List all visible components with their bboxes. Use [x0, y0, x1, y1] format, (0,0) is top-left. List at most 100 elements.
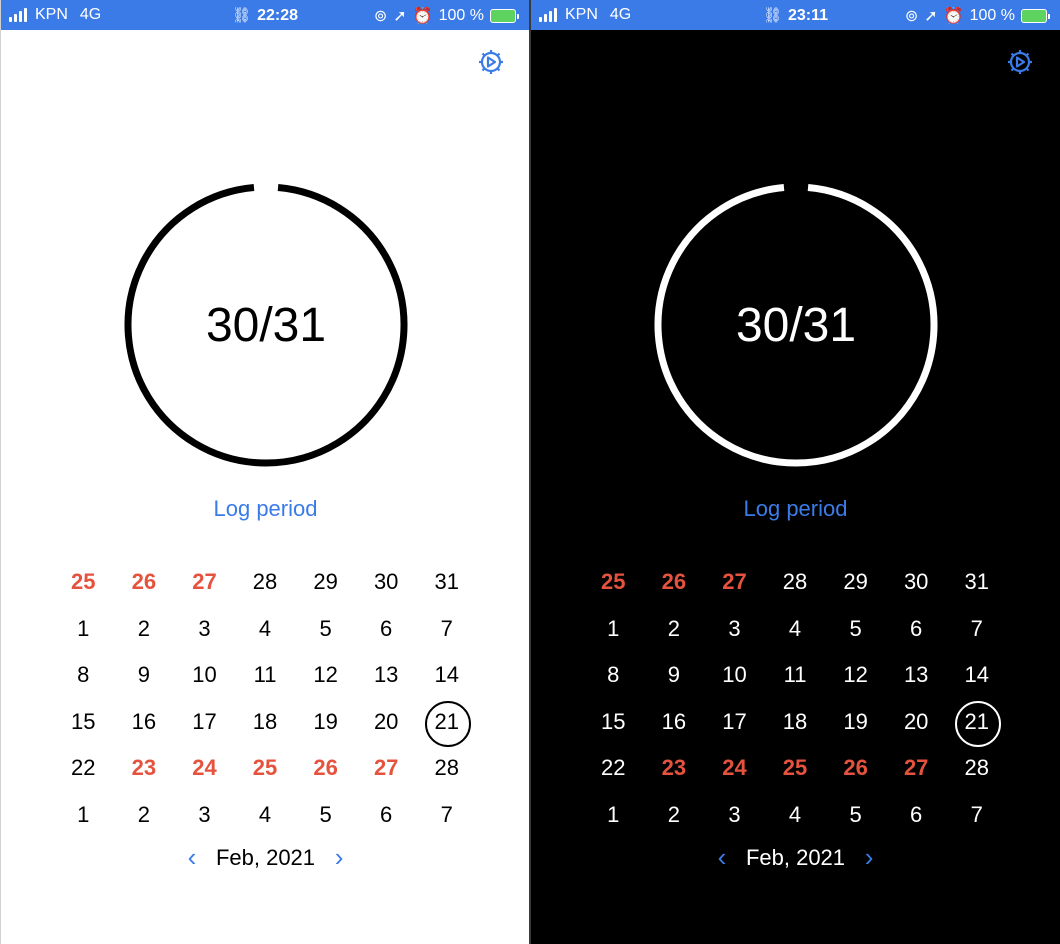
calendar-day-period[interactable]: 26: [114, 560, 175, 607]
calendar-day[interactable]: 30: [886, 560, 947, 607]
calendar-day[interactable]: 5: [825, 793, 886, 840]
calendar-day-period[interactable]: 23: [644, 746, 705, 793]
calendar-day[interactable]: 18: [235, 700, 296, 747]
calendar-day[interactable]: 2: [644, 607, 705, 654]
calendar-day[interactable]: 8: [53, 653, 114, 700]
calendar-day[interactable]: 8: [583, 653, 644, 700]
calendar-day-today[interactable]: 21: [416, 700, 477, 747]
calendar-day[interactable]: 20: [886, 700, 947, 747]
calendar-day[interactable]: 6: [886, 793, 947, 840]
calendar-day-period[interactable]: 25: [235, 746, 296, 793]
calendar-day[interactable]: 1: [53, 607, 114, 654]
calendar-week-row: 1234567: [53, 793, 477, 840]
calendar-day[interactable]: 5: [825, 607, 886, 654]
calendar-day[interactable]: 2: [644, 793, 705, 840]
status-time: 23:11: [788, 7, 829, 24]
calendar-day[interactable]: 6: [356, 607, 417, 654]
calendar-day[interactable]: 3: [704, 607, 765, 654]
calendar-day-period[interactable]: 27: [704, 560, 765, 607]
calendar-day-period[interactable]: 27: [174, 560, 235, 607]
calendar-day[interactable]: 17: [704, 700, 765, 747]
calendar-day[interactable]: 11: [765, 653, 826, 700]
calendar-day[interactable]: 7: [416, 793, 477, 840]
calendar-day[interactable]: 16: [114, 700, 175, 747]
calendar-day-period[interactable]: 23: [114, 746, 175, 793]
calendar-day[interactable]: 9: [644, 653, 705, 700]
calendar-day[interactable]: 28: [416, 746, 477, 793]
calendar-day[interactable]: 5: [295, 607, 356, 654]
calendar-day[interactable]: 4: [765, 607, 826, 654]
calendar-day[interactable]: 15: [583, 700, 644, 747]
calendar-week-row: 8 9 10 11 12 13 14: [583, 653, 1007, 700]
calendar-day[interactable]: 3: [704, 793, 765, 840]
calendar-day[interactable]: 19: [295, 700, 356, 747]
calendar-day[interactable]: 30: [356, 560, 417, 607]
calendar-day-period[interactable]: 27: [356, 746, 417, 793]
calendar-day-period[interactable]: 25: [53, 560, 114, 607]
calendar-day-period[interactable]: 25: [583, 560, 644, 607]
calendar-day[interactable]: 31: [416, 560, 477, 607]
calendar-day[interactable]: 10: [174, 653, 235, 700]
calendar-day[interactable]: 9: [114, 653, 175, 700]
month-navigation: ‹ Feb, 2021 ›: [531, 842, 1060, 873]
calendar-day[interactable]: 4: [235, 793, 296, 840]
calendar-day-period[interactable]: 25: [765, 746, 826, 793]
log-period-button[interactable]: Log period: [1, 496, 529, 522]
calendar-day[interactable]: 22: [53, 746, 114, 793]
calendar-day[interactable]: 7: [416, 607, 477, 654]
chevron-left-icon[interactable]: ‹: [712, 842, 732, 873]
calendar-day[interactable]: 14: [416, 653, 477, 700]
settings-gear-icon[interactable]: [476, 47, 506, 77]
calendar-day[interactable]: 7: [946, 607, 1007, 654]
calendar-day[interactable]: 4: [765, 793, 826, 840]
calendar-day[interactable]: 6: [356, 793, 417, 840]
calendar-day[interactable]: 5: [295, 793, 356, 840]
location-icon: ➚: [393, 8, 407, 25]
calendar-day-period[interactable]: 24: [174, 746, 235, 793]
calendar-day[interactable]: 3: [174, 793, 235, 840]
calendar-day-period[interactable]: 26: [644, 560, 705, 607]
calendar-day[interactable]: 22: [583, 746, 644, 793]
calendar-day[interactable]: 2: [114, 793, 175, 840]
calendar-day[interactable]: 4: [235, 607, 296, 654]
calendar-day[interactable]: 13: [356, 653, 417, 700]
chevron-left-icon[interactable]: ‹: [182, 842, 202, 873]
calendar-day[interactable]: 29: [825, 560, 886, 607]
calendar-day[interactable]: 17: [174, 700, 235, 747]
calendar-day[interactable]: 28: [235, 560, 296, 607]
chevron-right-icon[interactable]: ›: [859, 842, 879, 873]
calendar-day[interactable]: 14: [946, 653, 1007, 700]
calendar-week-row: 8 9 10 11 12 13 14: [53, 653, 477, 700]
calendar-day[interactable]: 2: [114, 607, 175, 654]
calendar-day[interactable]: 19: [825, 700, 886, 747]
calendar-day[interactable]: 12: [295, 653, 356, 700]
calendar-day[interactable]: 1: [583, 793, 644, 840]
light-screen: KPN 4G ⛓ 22:28 ⊚ ➚ ⏰ 100 % 30/31 Log peri…: [0, 0, 529, 944]
calendar-day[interactable]: 12: [825, 653, 886, 700]
calendar-day-period[interactable]: 26: [825, 746, 886, 793]
calendar-day[interactable]: 10: [704, 653, 765, 700]
calendar-day[interactable]: 28: [765, 560, 826, 607]
calendar-day[interactable]: 7: [946, 793, 1007, 840]
calendar-day[interactable]: 11: [235, 653, 296, 700]
status-bar: KPN 4G ⛓ 23:11 ⊚ ➚ ⏰ 100 %: [531, 0, 1060, 30]
calendar-day[interactable]: 3: [174, 607, 235, 654]
calendar-day-period[interactable]: 24: [704, 746, 765, 793]
calendar-day-period[interactable]: 26: [295, 746, 356, 793]
calendar-day[interactable]: 1: [53, 793, 114, 840]
calendar-day[interactable]: 20: [356, 700, 417, 747]
log-period-button[interactable]: Log period: [531, 496, 1060, 522]
calendar-day[interactable]: 6: [886, 607, 947, 654]
calendar-day[interactable]: 1: [583, 607, 644, 654]
calendar-day[interactable]: 29: [295, 560, 356, 607]
calendar-day-period[interactable]: 27: [886, 746, 947, 793]
calendar-day-today[interactable]: 21: [946, 700, 1007, 747]
calendar-day[interactable]: 18: [765, 700, 826, 747]
chevron-right-icon[interactable]: ›: [329, 842, 349, 873]
calendar-day[interactable]: 13: [886, 653, 947, 700]
calendar-day[interactable]: 16: [644, 700, 705, 747]
calendar-day[interactable]: 28: [946, 746, 1007, 793]
calendar-day[interactable]: 31: [946, 560, 1007, 607]
calendar-day[interactable]: 15: [53, 700, 114, 747]
settings-gear-icon[interactable]: [1005, 47, 1035, 77]
